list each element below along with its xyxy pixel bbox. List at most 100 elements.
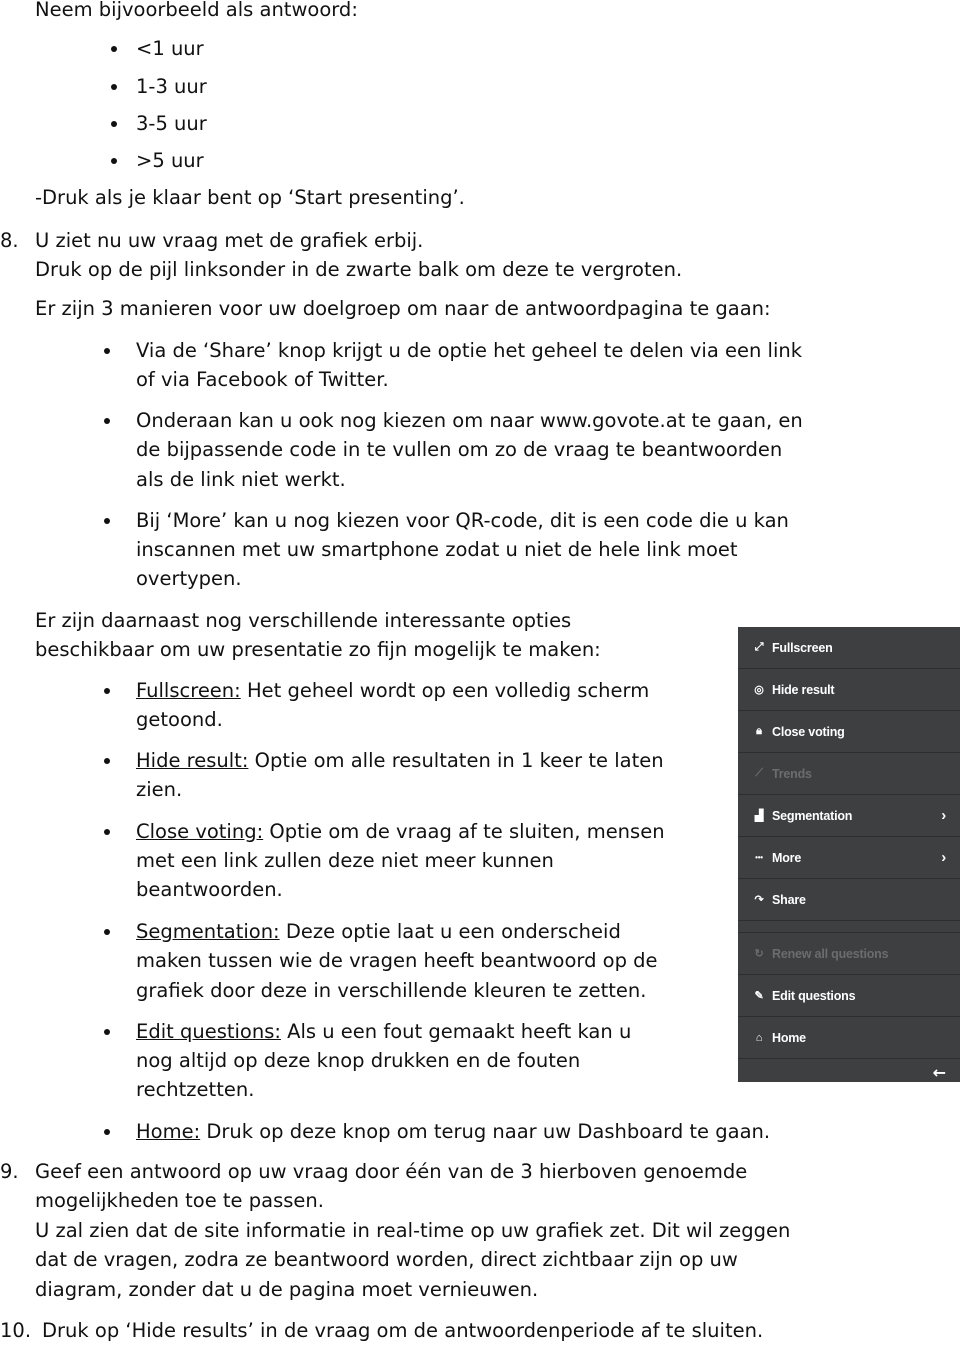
step-number: 9. xyxy=(0,1160,19,1183)
option-desc: maken tussen wie de vragen heeft beantwo… xyxy=(136,949,658,972)
option-item: Home: Druk op deze knop om terug naar uw… xyxy=(136,1120,770,1144)
presentation-menu-panel: ⤢ Fullscreen ◎ Hide result 🔒︎ Close voti… xyxy=(738,627,960,1082)
answer-option: 3-5 uur xyxy=(136,112,207,135)
option-item: Edit questions: Als u een fout gemaakt h… xyxy=(136,1020,631,1044)
option-term: Close voting: xyxy=(136,820,264,843)
menu-item-label: Segmentation xyxy=(772,808,853,823)
refresh-icon: ↻ xyxy=(754,948,764,960)
collapse-arrow-icon[interactable]: ← xyxy=(933,1063,946,1082)
menu-item-renew-all-questions: ↻ Renew all questions xyxy=(738,933,960,975)
option-desc: grafiek door deze in verschillende kleur… xyxy=(136,979,647,1002)
menu-item-close-voting[interactable]: 🔒︎ Close voting xyxy=(738,711,960,753)
options-intro: beschikbaar om uw presentatie zo fijn mo… xyxy=(35,638,601,661)
option-desc: zien. xyxy=(136,778,183,801)
menu-item-label: Fullscreen xyxy=(772,640,833,655)
way-line: of via Facebook of Twitter. xyxy=(136,368,389,391)
lock-icon: 🔒︎ xyxy=(756,725,762,737)
options-intro: Er zijn daarnaast nog verschillende inte… xyxy=(35,609,572,632)
more-dots-icon: ••• xyxy=(755,853,763,862)
menu-item-label: More xyxy=(772,850,802,865)
step-number: 8. xyxy=(0,229,19,252)
menu-item-label: Trends xyxy=(772,766,812,781)
edit-icon: ✎ xyxy=(754,990,764,1002)
option-desc: Deze optie laat u een onderscheid xyxy=(279,920,621,943)
ways-intro: Er zijn 3 manieren voor uw doelgroep om … xyxy=(35,297,771,320)
step8-line: Druk op de pijl linksonder in de zwarte … xyxy=(35,258,683,281)
menu-item-fullscreen[interactable]: ⤢ Fullscreen xyxy=(738,627,960,669)
menu-item-label: Edit questions xyxy=(772,988,856,1003)
option-desc: rechtzetten. xyxy=(136,1078,255,1101)
option-desc: beantwoorden. xyxy=(136,878,283,901)
bullet xyxy=(104,688,110,694)
option-desc: Optie om alle resultaten in 1 keer te la… xyxy=(248,749,664,772)
way-line: Via de ‘Share’ knop krijgt u de optie he… xyxy=(136,339,803,362)
menu-item-segmentation[interactable]: ▟ Segmentation › xyxy=(738,795,960,837)
expand-icon: ⤢ xyxy=(754,641,764,653)
bullet xyxy=(104,1029,110,1035)
segment-chart-icon: ▟ xyxy=(754,810,764,822)
option-term: Hide result: xyxy=(136,749,249,772)
bullet xyxy=(104,1129,110,1135)
bullet xyxy=(111,84,117,90)
bullet xyxy=(104,758,110,764)
step9-line: dat de vragen, zodra ze beantwoord worde… xyxy=(35,1248,738,1271)
option-desc: nog altijd op deze knop drukken en de fo… xyxy=(136,1049,581,1072)
step8-line: U ziet nu uw vraag met de grafiek erbij. xyxy=(35,229,424,252)
way-line: als de link niet werkt. xyxy=(136,468,346,491)
intro-line: Neem bijvoorbeeld als antwoord: xyxy=(35,0,358,21)
step10-line: Druk op ‘Hide results’ in de vraag om de… xyxy=(42,1319,764,1342)
step9-line: U zal zien dat de site informatie in rea… xyxy=(35,1219,791,1242)
answer-option: <1 uur xyxy=(136,37,204,60)
way-line: overtypen. xyxy=(136,567,242,590)
menu-item-label: Renew all questions xyxy=(772,946,889,961)
option-desc: Het geheel wordt op een volledig scherm xyxy=(240,679,650,702)
menu-item-label: Home xyxy=(772,1030,806,1045)
menu-item-label: Hide result xyxy=(772,682,835,697)
bullet xyxy=(111,158,117,164)
option-term: Edit questions: xyxy=(136,1020,281,1043)
step9-line: mogelijkheden toe te passen. xyxy=(35,1189,324,1212)
option-desc: Optie om de vraag af te sluiten, mensen xyxy=(263,820,665,843)
menu-item-label: Close voting xyxy=(772,724,845,739)
bullet xyxy=(104,929,110,935)
option-item: Segmentation: Deze optie laat u een onde… xyxy=(136,920,621,944)
menu-item-edit-questions[interactable]: ✎ Edit questions xyxy=(738,975,960,1017)
home-icon: ⌂ xyxy=(755,1031,763,1044)
bullet xyxy=(104,418,110,424)
menu-item-label: Share xyxy=(772,892,806,907)
menu-item-more[interactable]: ••• More › xyxy=(738,837,960,879)
menu-item-hide-result[interactable]: ◎ Hide result xyxy=(738,669,960,711)
option-term: Home: xyxy=(136,1120,201,1143)
trend-chart-icon: ⟋ xyxy=(755,767,763,779)
menu-item-share[interactable]: ↷ Share xyxy=(738,879,960,921)
option-desc: getoond. xyxy=(136,708,223,731)
step9-line: Geef een antwoord op uw vraag door één v… xyxy=(35,1160,748,1183)
way-line: Onderaan kan u ook nog kiezen om naar ww… xyxy=(136,409,803,432)
option-desc: met een link zullen deze niet meer kunne… xyxy=(136,849,554,872)
option-term: Fullscreen: xyxy=(136,679,241,702)
chevron-right-icon: › xyxy=(941,807,946,824)
option-term: Segmentation: xyxy=(136,920,280,943)
chevron-right-icon: › xyxy=(941,849,946,866)
start-presenting-text: -Druk als je klaar bent op ‘Start presen… xyxy=(35,186,465,209)
answer-option: 1-3 uur xyxy=(136,75,207,98)
answer-option: >5 uur xyxy=(136,149,204,172)
bullet xyxy=(111,46,117,52)
option-item: Fullscreen: Het geheel wordt op een voll… xyxy=(136,679,649,703)
option-desc: Als u een fout gemaakt heeft kan u xyxy=(280,1020,632,1043)
bullet xyxy=(104,829,110,835)
menu-spacer xyxy=(738,921,960,933)
bullet xyxy=(104,348,110,354)
way-line: Bij ‘More’ kan u nog kiezen voor QR-code… xyxy=(136,509,789,532)
option-item: Hide result: Optie om alle resultaten in… xyxy=(136,749,664,773)
eye-slash-icon: ◎ xyxy=(754,684,764,696)
option-item: Close voting: Optie om de vraag af te sl… xyxy=(136,820,665,844)
bullet xyxy=(104,518,110,524)
step9-line: diagram, zonder dat u de pagina moet ver… xyxy=(35,1278,539,1301)
menu-item-trends: ⟋ Trends xyxy=(738,753,960,795)
way-line: de bijpassende code in te vullen om zo d… xyxy=(136,438,783,461)
step-number: 10. xyxy=(0,1319,32,1342)
bullet xyxy=(111,121,117,127)
option-desc: Druk op deze knop om terug naar uw Dashb… xyxy=(200,1120,771,1143)
menu-item-home[interactable]: ⌂ Home xyxy=(738,1017,960,1059)
